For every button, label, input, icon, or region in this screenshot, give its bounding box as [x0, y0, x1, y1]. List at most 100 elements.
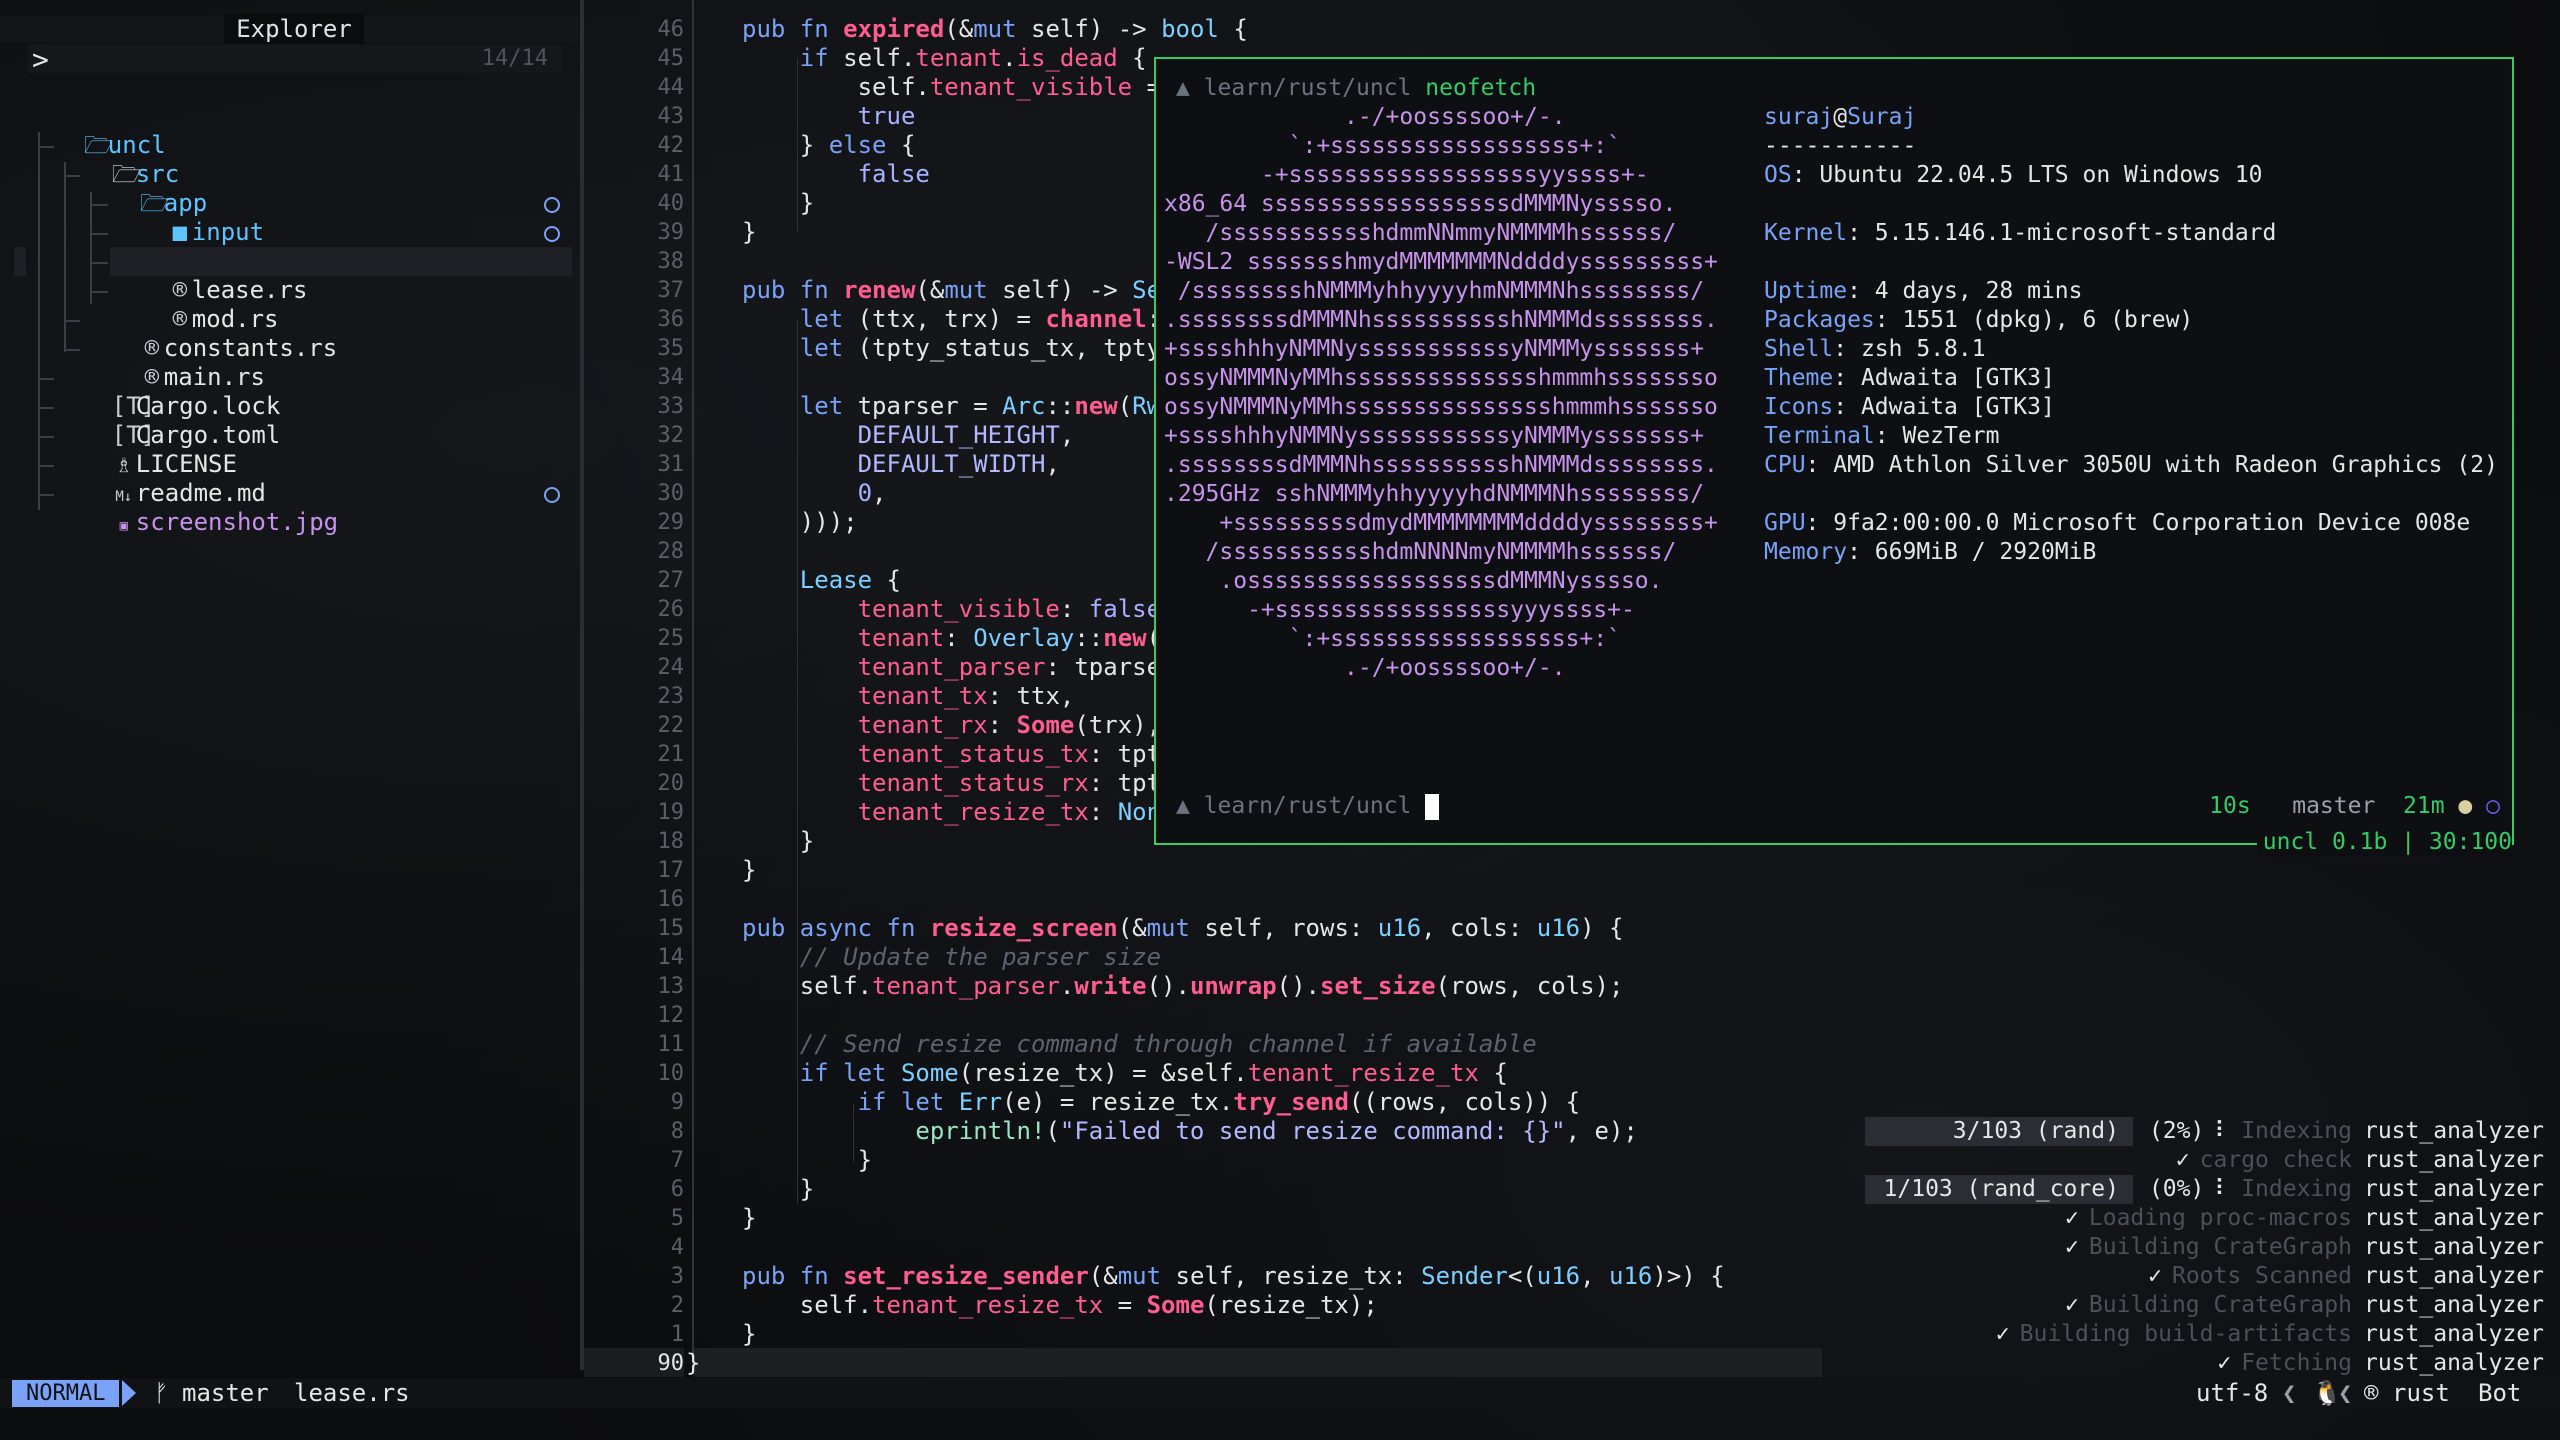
line-number: 40 [657, 191, 685, 216]
tree-file-cargo-lock[interactable]: [T]Cargo.lock [54, 363, 281, 420]
terminal-prompt-active: ▲ learn/rust/uncl [1176, 792, 1440, 821]
line-number: 37 [657, 278, 685, 303]
info-value: AMD Athlon Silver 3050U with Radeon Grap… [1833, 452, 2498, 478]
line-number: 90 [657, 1351, 685, 1376]
tree-file-mod-rs[interactable]: ® mod.rs [110, 276, 279, 333]
code-line: } else { [742, 131, 916, 159]
progress-task: Fetching [2241, 1350, 2352, 1376]
line-number: 13 [657, 974, 685, 999]
code-line: DEFAULT_WIDTH, [857, 450, 1060, 478]
check-icon: ✓ [2065, 1234, 2079, 1260]
pane-split-divider[interactable] [580, 0, 584, 1370]
tree-dir-ui[interactable]: ■ui [110, 218, 221, 275]
code-line: if let Err(e) = resize_tx.try_send((rows… [857, 1088, 1581, 1116]
tree-file-constants-rs[interactable]: ® constants.rs [82, 305, 338, 362]
code-line: tenant_parser: tparse [857, 653, 1162, 681]
info-value: Ubuntu 22.04.5 LTS on Windows 10 [1819, 162, 2263, 188]
code-line: let (ttx, trx) = channel: [799, 305, 1161, 333]
tree-file-license[interactable]: ♗ LICENSE [54, 421, 237, 478]
neofetch-logo-line: .ssssssssdMMMNhsssssssssshNMMMdssssssss. [1164, 452, 1718, 478]
info-value: 9fa2:00:00.0 Microsoft Corporation Devic… [1833, 510, 2471, 536]
progress-task: Roots Scanned [2171, 1263, 2352, 1289]
neofetch-info-row: Shell: zsh 5.8.1 [1764, 336, 1986, 362]
progress-percent: (0%) [2148, 1176, 2205, 1202]
prompt-command: neofetch [1425, 75, 1537, 101]
line-number: 11 [657, 1032, 685, 1057]
code-line: } [742, 1146, 873, 1174]
info-value: zsh 5.8.1 [1860, 336, 1986, 362]
tree-dir-uncl[interactable]: 🗁uncl [26, 102, 166, 159]
info-label: Memory [1764, 539, 1848, 565]
lsp-progress-item: ✓ Building build-artifacts rust_analyzer [1986, 1320, 2544, 1349]
progress-source: rust_analyzer [2363, 1263, 2544, 1289]
code-line: pub async fn resize_screen(&mut self, ro… [742, 914, 1624, 942]
code-line: if self.tenant.is_dead { [799, 44, 1147, 72]
line-number: 14 [657, 945, 685, 970]
floating-terminal[interactable]: ▲ learn/rust/uncl neofetch .-/+oossssoo+… [1154, 57, 2514, 845]
line-number: 17 [657, 858, 685, 883]
check-icon: ✓ [2065, 1205, 2079, 1231]
progress-task: cargo check [2199, 1147, 2352, 1173]
explorer-filter-input[interactable]: > 14/14 [28, 43, 562, 76]
line-number: 38 [657, 249, 685, 274]
tree-item-label: screenshot.jpg [135, 508, 339, 536]
tree-dir-src[interactable]: 🗁src [54, 131, 179, 188]
terminal-footer: uncl 0.1b | 30:100 [2256, 828, 2512, 857]
progress-task: Building CrateGraph [2088, 1234, 2352, 1260]
info-value: 5.15.146.1-microsoft-standard [1874, 220, 2277, 246]
line-number: 36 [657, 307, 685, 332]
neofetch-info-row: Packages: 1551 (dpkg), 6 (brew) [1764, 307, 2194, 333]
progress-source: rust_analyzer [2363, 1205, 2544, 1231]
neofetch-logo-line: .295GHz sshNMMMyhhyyyyhdNMMMNhssssssss/ [1164, 481, 1705, 507]
lsp-progress-item: ✓ Building CrateGraph rust_analyzer [2055, 1233, 2544, 1262]
prompt-path: ▲ learn/rust/uncl [1176, 793, 1412, 819]
line-number: 34 [657, 365, 685, 390]
line-number: 29 [657, 510, 685, 535]
neofetch-info-row: Kernel: 5.15.146.1-microsoft-standard [1764, 220, 2277, 246]
neofetch-logo-line: ossyNMMMNyMMhssssssssssssssshmmmhsssssso [1164, 394, 1718, 420]
neofetch-logo-line: -+ssssssssssssssssssyyssss+- [1164, 162, 1649, 188]
info-label: Icons [1764, 394, 1834, 420]
code-line: DEFAULT_HEIGHT, [857, 421, 1075, 449]
code-line: self.tenant_visible = [742, 73, 1162, 101]
tree-file-cargo-toml[interactable]: [T]Cargo.toml [54, 392, 281, 449]
explorer-title: Explorer [224, 14, 364, 44]
line-number: 39 [657, 220, 685, 245]
progress-source: rust_analyzer [2363, 1147, 2544, 1173]
file-language: rust [2392, 1379, 2450, 1407]
neofetch-info-row: Theme: Adwaita [GTK3] [1764, 365, 2055, 391]
code-line: } [742, 1204, 757, 1232]
neofetch-logo-line: /sssssssshNMMMyhhyyyyhmNMMMNhssssssss/ [1164, 278, 1705, 304]
tree-dir-app[interactable]: 🗁app [82, 160, 207, 217]
tree-file-main-rs[interactable]: ® main.rs [82, 334, 265, 391]
terminal-right-status: 10s master 21m ● ○ [2209, 793, 2500, 819]
line-number: 7 [670, 1148, 684, 1173]
info-label: Shell [1764, 336, 1834, 362]
progress-percent: (2%) [2148, 1118, 2205, 1144]
line-number: 8 [670, 1119, 684, 1144]
info-label: CPU [1764, 452, 1806, 478]
tree-dir-input[interactable]: ■ input [110, 189, 264, 246]
code-line: pub fn expired(&mut self) -> bool { [742, 15, 1248, 43]
terminal-cursor [1425, 793, 1440, 820]
tree-file-lease-rs[interactable]: ® lease.rs [110, 247, 572, 304]
git-branch: master [182, 1379, 269, 1407]
separator-icon: ❮ [2338, 1379, 2353, 1407]
explorer-item-count: 14/14 [481, 46, 548, 71]
line-number: 28 [657, 539, 685, 564]
line-number: 12 [657, 1003, 685, 1028]
line-number: 5 [670, 1206, 684, 1231]
tree-file-screenshot-jpg[interactable]: ▣ screenshot.jpg [54, 479, 339, 536]
progress-source: rust_analyzer [2363, 1176, 2544, 1202]
progress-bar: 3/103 (rand) [1864, 1117, 2133, 1146]
line-number: 18 [657, 829, 685, 854]
progress-task: Loading proc-macros [2088, 1205, 2352, 1231]
info-label: Kernel [1764, 220, 1848, 246]
neofetch-logo-line: .-/+oossssoo+/-. [1164, 655, 1566, 681]
line-number: 30 [657, 481, 685, 506]
tree-file-readme-md[interactable]: M↓ readme.md [54, 450, 265, 507]
code-line: } [742, 1175, 815, 1203]
line-number: 42 [657, 133, 685, 158]
info-value: 4 days, 28 mins [1874, 278, 2083, 304]
code-line: false [857, 160, 930, 188]
